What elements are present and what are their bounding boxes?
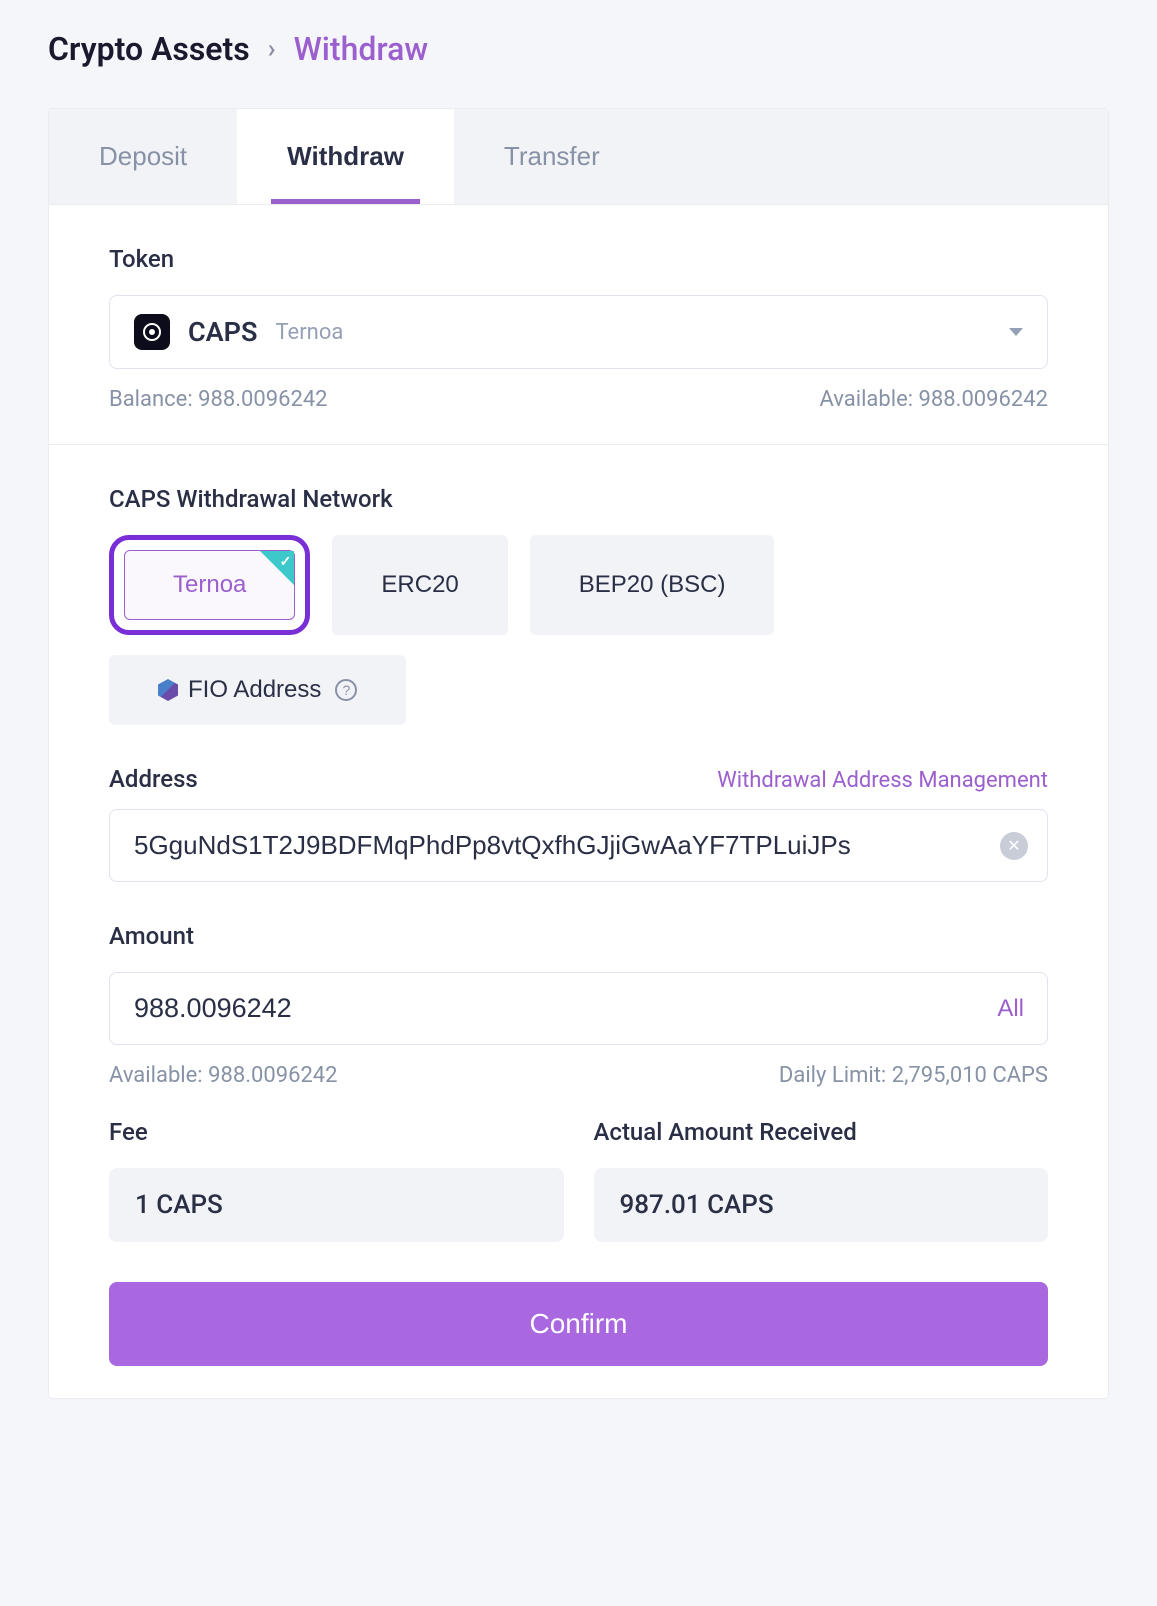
network-option-label: Ternoa xyxy=(173,571,246,599)
address-management-link[interactable]: Withdrawal Address Management xyxy=(717,768,1048,793)
address-input[interactable] xyxy=(109,809,1048,882)
check-icon xyxy=(260,551,294,585)
token-label: Token xyxy=(109,245,1048,273)
received-label: Actual Amount Received xyxy=(594,1118,1049,1146)
chevron-right-icon: › xyxy=(268,34,276,64)
tabs: Deposit Withdraw Transfer xyxy=(49,109,1108,205)
close-icon: ✕ xyxy=(1007,836,1020,856)
balance-text: Balance: 988.0096242 xyxy=(109,387,328,412)
caps-token-icon xyxy=(134,314,170,350)
amount-all-button[interactable]: All xyxy=(997,995,1024,1023)
tab-withdraw[interactable]: Withdraw xyxy=(237,109,454,204)
network-option-label: FIO Address xyxy=(188,676,321,704)
amount-available-text: Available: 988.0096242 xyxy=(109,1063,338,1088)
tab-deposit[interactable]: Deposit xyxy=(49,109,237,204)
received-value: 987.01 CAPS xyxy=(594,1168,1049,1242)
amount-input[interactable] xyxy=(109,972,1048,1045)
confirm-button[interactable]: Confirm xyxy=(109,1282,1048,1366)
network-option-fio[interactable]: FIO Address ? xyxy=(109,655,406,725)
network-option-ternoa[interactable]: Ternoa xyxy=(124,550,295,620)
amount-label: Amount xyxy=(109,922,1048,950)
clear-address-button[interactable]: ✕ xyxy=(1000,832,1028,860)
token-name: Ternoa xyxy=(275,320,343,345)
network-label: CAPS Withdrawal Network xyxy=(109,485,1048,513)
fee-value: 1 CAPS xyxy=(109,1168,564,1242)
chevron-down-icon xyxy=(1009,328,1023,336)
network-section: CAPS Withdrawal Network Ternoa ERC20 BEP… xyxy=(49,444,1108,1398)
breadcrumb-root[interactable]: Crypto Assets xyxy=(48,30,250,68)
help-icon[interactable]: ? xyxy=(335,679,357,701)
token-section: Token CAPS Ternoa Balance: 988.0096242 A… xyxy=(49,205,1108,444)
token-symbol: CAPS xyxy=(188,316,257,348)
fee-label: Fee xyxy=(109,1118,564,1146)
daily-limit-text: Daily Limit: 2,795,010 CAPS xyxy=(779,1063,1048,1088)
tab-transfer[interactable]: Transfer xyxy=(454,109,650,204)
fio-icon xyxy=(158,679,178,701)
breadcrumb: Crypto Assets › Withdraw xyxy=(0,0,1157,108)
network-option-erc20[interactable]: ERC20 xyxy=(332,535,507,635)
address-label: Address xyxy=(109,765,198,793)
withdraw-card: Deposit Withdraw Transfer Token CAPS Ter… xyxy=(48,108,1109,1399)
network-option-bep20[interactable]: BEP20 (BSC) xyxy=(530,535,775,635)
breadcrumb-current: Withdraw xyxy=(294,30,429,68)
network-highlight: Ternoa xyxy=(109,535,310,635)
available-text: Available: 988.0096242 xyxy=(819,387,1048,412)
token-select[interactable]: CAPS Ternoa xyxy=(109,295,1048,369)
